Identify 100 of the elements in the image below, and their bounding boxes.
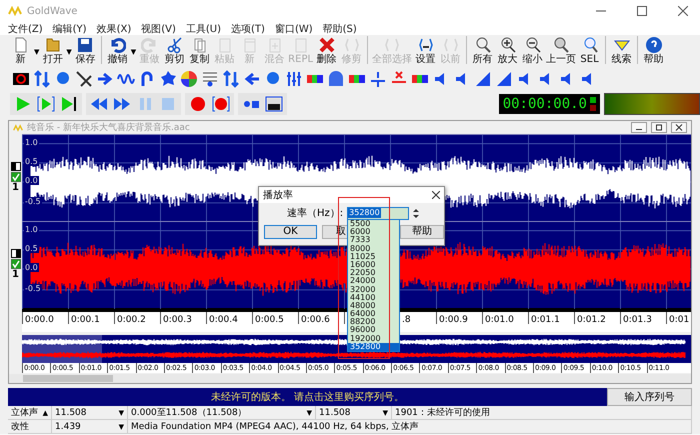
unregistered-banner[interactable]: 未经许可的版本。 请点击这里购买序列号。 [8,388,607,406]
amplitude-label: 0.0 [24,262,39,272]
dialog-title: 播放率 [263,188,293,202]
menu-item[interactable]: 工具(U) [186,22,222,36]
dropdown-option[interactable]: 22050 [348,269,399,278]
dropdown-option[interactable]: 32000 [348,286,399,294]
menu-item[interactable]: 编辑(Y) [52,22,87,36]
enter-serial-button[interactable]: 输入序列号 [607,388,692,406]
braces-icon [342,36,361,54]
time-label: 0:00.0 [22,312,68,324]
toolbar-button[interactable]: 上一页 [545,36,578,65]
crossed-lines-icon[interactable] [75,70,93,88]
channel-number: 1 [12,183,19,193]
toolbar-button[interactable]: 缩小 [520,36,546,65]
dropdown-option[interactable]: 7333 [348,236,399,245]
time-label: 0:00.6 [298,312,344,324]
rewind-icon[interactable] [90,95,108,113]
status-text: 立体声 [11,406,38,418]
amplitude-label: 0.0 [24,176,39,185]
time-display: 00:00:00.0 [498,94,600,114]
dropdown-option[interactable]: 64000 [348,310,399,318]
triangle-icon[interactable] [495,70,513,88]
toolbar-button[interactable]: 剪切 [162,36,188,65]
arrows-icon[interactable] [33,70,51,88]
toolbar-button[interactable]: 撤销 [104,36,130,65]
close-icon[interactable] [678,6,688,16]
app-logo-icon [13,124,23,132]
time-label: 0:01.0 [482,312,528,324]
arch-icon[interactable] [327,70,345,88]
channel-checkbox[interactable] [10,259,20,269]
arrow-left-icon[interactable] [243,70,261,88]
settings-icon [416,36,435,54]
music-note-icon[interactable] [201,70,219,88]
window-icon[interactable] [265,95,283,113]
dropdown-option[interactable]: 88200 [348,318,399,326]
toolbar-button[interactable]: SEL [577,36,602,65]
minimize-button[interactable] [631,122,647,133]
channel-number: 1 [12,270,19,280]
menu-item[interactable]: 效果(X) [96,22,132,36]
menu-item[interactable]: 帮助(S) [322,22,357,36]
rate-combo-field[interactable]: 352800 [347,206,410,220]
menu-item[interactable]: 文件(Z) [8,22,43,36]
record-selection-icon[interactable] [212,95,230,113]
maximize-button[interactable] [651,122,667,133]
play-selection-icon[interactable] [37,95,55,113]
status-text: 1901：未经许可的使用 [395,406,490,418]
dropdown-option[interactable]: 6000 [348,228,399,236]
dropdown-option[interactable]: 192000 [348,334,399,343]
maximize-icon[interactable] [637,6,647,16]
status-text: 11.508 [319,406,350,418]
toolbar-button[interactable]: 线索 [609,36,634,65]
spin-arrows-icon[interactable] [413,208,420,218]
amplitude-label: 0.5 [24,244,39,253]
dialog-button[interactable]: 帮助 [400,225,444,239]
color-wheel-icon[interactable] [180,70,198,88]
toolbar-button[interactable]: 放大 [495,36,520,65]
dropdown-option[interactable]: 352800 [348,342,399,351]
toolbar-button[interactable]: 打开 [40,36,66,65]
dropdown-option[interactable]: 16000 [348,260,399,270]
status-text: 改性 [11,420,29,432]
toolbar-button[interactable]: 帮助 [641,36,666,65]
arrow-right-icon[interactable] [96,70,114,88]
dropdown-option[interactable]: 8000 [348,244,399,253]
close-button[interactable] [671,122,687,133]
menu-item[interactable]: 窗口(W) [274,22,313,36]
dropdown-option[interactable]: 24000 [348,277,399,286]
time-label: 0:01 [666,312,691,324]
toolbar-button[interactable]: 所有 [470,36,496,65]
toolbar-button[interactable]: 设置 [413,36,438,65]
braces-icon [442,36,460,54]
menu-item[interactable]: 视图(V) [141,22,176,36]
record-icon[interactable] [189,95,207,113]
dropdown-option[interactable]: 11025 [348,252,399,261]
dialog-button[interactable]: OK [264,225,317,239]
arrows-icon[interactable] [222,70,240,88]
fast-forward-icon[interactable] [113,95,131,113]
scissors-icon [166,36,184,54]
channel-checkbox[interactable] [10,172,20,182]
stop-sign-icon[interactable] [12,70,30,88]
toolbar-button[interactable]: 复制 [187,36,212,65]
slider-icon[interactable] [285,70,303,88]
status-text: 11.508 [55,406,86,418]
time-label: 0:00.1 [68,312,114,324]
braces-icon [383,36,402,54]
toolbar-button[interactable]: 保存 [72,36,98,65]
toolbar-button[interactable]: 删除 [314,36,340,65]
dropdown-option[interactable]: 5500 [348,220,399,228]
time-label: 0:00.5 [252,312,298,324]
time-label: 0:01.3 [620,312,666,324]
play-to-end-icon[interactable] [60,95,78,113]
amplitude-label: -0.5 [24,284,42,293]
triangle-icon[interactable] [474,70,492,88]
toolbar-button[interactable]: 新 [8,36,33,65]
horizontal-scrollbar[interactable] [9,374,691,383]
time-label: 0:00.4 [206,312,252,324]
close-icon[interactable] [432,191,440,199]
dropdown-option[interactable]: 96000 [348,326,399,335]
dropdown-option[interactable]: 48000 [348,302,399,310]
dropdown-option[interactable]: 44100 [348,294,399,302]
menu-item[interactable]: 选项(T) [231,22,265,36]
